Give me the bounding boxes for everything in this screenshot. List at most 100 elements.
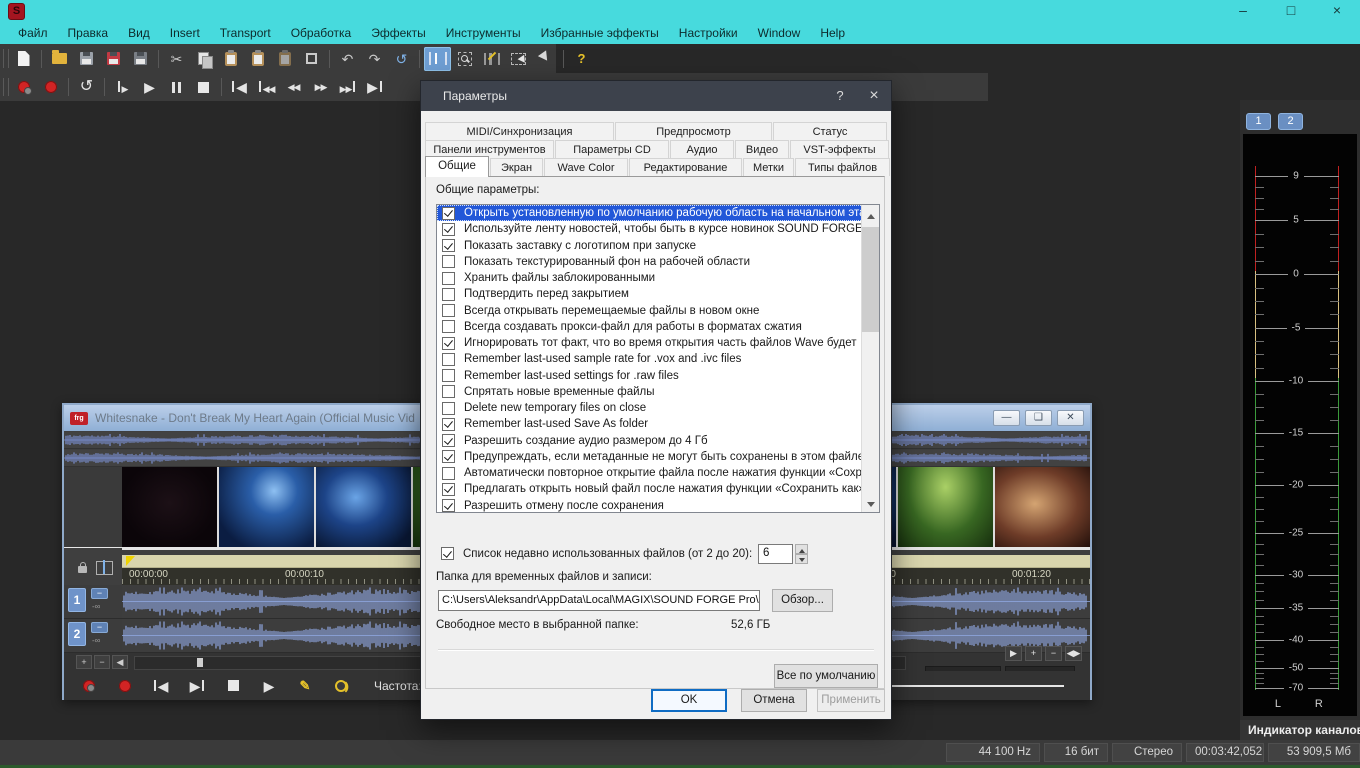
redo-icon[interactable]: ↷	[361, 47, 388, 71]
zoom-tool-icon[interactable]	[451, 47, 478, 71]
temp-folder-path-input[interactable]: C:\Users\Aleksandr\AppData\Local\MAGIX\S…	[438, 590, 760, 611]
checkbox[interactable]	[442, 207, 455, 220]
pencil-tool-icon[interactable]	[478, 47, 505, 71]
event-tool-icon[interactable]	[424, 47, 451, 71]
stop-icon[interactable]	[222, 676, 244, 696]
vertical-scrollbar[interactable]	[861, 205, 879, 512]
new-file-icon[interactable]	[10, 47, 37, 71]
meter-panel-title[interactable]: Индикатор каналов	[1240, 720, 1360, 740]
option-row[interactable]: Хранить файлы заблокированными	[437, 270, 879, 286]
menu-item-обработка[interactable]: Обработка	[281, 23, 362, 43]
arrow-left-icon[interactable]: ◀	[112, 655, 128, 669]
option-row[interactable]: Игнорировать тот факт, что во время откр…	[437, 335, 879, 351]
menu-item-эффекты[interactable]: Эффекты	[361, 23, 436, 43]
track-1-minimize-icon[interactable]: −	[91, 588, 108, 599]
option-row[interactable]: Открыть установленную по умолчанию рабоч…	[437, 205, 879, 221]
pause-icon[interactable]	[163, 75, 190, 99]
defaults-button[interactable]: Все по умолчанию	[774, 664, 878, 688]
tab-экран[interactable]: Экран	[490, 158, 543, 176]
paste-mix-icon[interactable]	[271, 47, 298, 71]
checkbox[interactable]	[442, 239, 455, 252]
track-2-minimize-icon[interactable]: −	[91, 622, 108, 633]
stop-icon[interactable]	[190, 75, 217, 99]
paste-special-icon[interactable]	[244, 47, 271, 71]
marker-tool-icon[interactable]: ✎	[294, 676, 316, 696]
checkbox[interactable]	[442, 255, 455, 268]
checkbox[interactable]	[442, 353, 455, 366]
tab-типы-файлов[interactable]: Типы файлов	[795, 158, 890, 176]
tab-редактирование[interactable]: Редактирование	[629, 158, 742, 176]
option-row[interactable]: Remember last-used Save As folder	[437, 416, 879, 432]
tab-предпросмотр[interactable]: Предпросмотр	[615, 122, 772, 140]
menu-item-insert[interactable]: Insert	[160, 23, 210, 43]
track-1-number[interactable]: 1	[68, 588, 86, 612]
tab-метки[interactable]: Метки	[743, 158, 794, 176]
tab-параметры-cd[interactable]: Параметры CD	[555, 140, 669, 158]
app-titlebar[interactable]: S – □ ×	[0, 0, 1360, 21]
tab-wave-color[interactable]: Wave Color	[544, 158, 628, 176]
record-remote-icon[interactable]	[78, 676, 100, 696]
cancel-button[interactable]: Отмена	[741, 689, 807, 712]
forward-fast-icon[interactable]: ▶▶	[334, 75, 361, 99]
trim-icon[interactable]	[298, 47, 325, 71]
option-row[interactable]: Разрешить создание аудио размером до 4 Г…	[437, 433, 879, 449]
checkbox[interactable]	[442, 304, 455, 317]
zoom-in-icon[interactable]: +	[1025, 646, 1042, 661]
checkbox[interactable]	[442, 337, 455, 350]
doc-minimize-icon[interactable]: —	[993, 410, 1020, 426]
menu-item-правка[interactable]: Правка	[58, 23, 119, 43]
checkbox[interactable]	[442, 288, 455, 301]
spin-up-icon[interactable]	[795, 544, 808, 554]
rewind-icon[interactable]: ◀◀	[280, 75, 307, 99]
option-row[interactable]: Remember last-used settings for .raw fil…	[437, 368, 879, 384]
go-to-start-icon[interactable]: ◀	[150, 676, 172, 696]
open-folder-icon[interactable]	[46, 47, 73, 71]
checkbox[interactable]	[442, 467, 455, 480]
h-expand-icon[interactable]: ◀▶	[1065, 646, 1082, 661]
paste-icon[interactable]	[217, 47, 244, 71]
go-to-end-icon[interactable]: ▶	[186, 676, 208, 696]
minimize-icon[interactable]: –	[1220, 0, 1266, 21]
option-row[interactable]: Автоматически повторное открытие файла п…	[437, 465, 879, 481]
option-row[interactable]: Спрятать новые временные файлы	[437, 384, 879, 400]
doc-restore-icon[interactable]: ❑	[1025, 410, 1052, 426]
save-all-icon[interactable]	[127, 47, 154, 71]
dialog-close-icon[interactable]: ×	[857, 81, 891, 111]
undo-icon[interactable]: ↶	[334, 47, 361, 71]
option-row[interactable]: Delete new temporary files on close	[437, 400, 879, 416]
option-row[interactable]: Разрешить отмену после сохранения	[437, 498, 879, 514]
save-as-icon[interactable]	[100, 47, 127, 71]
option-row[interactable]: Предупреждать, если метаданные не могут …	[437, 449, 879, 465]
repeat-icon[interactable]: ↺	[388, 47, 415, 71]
ok-button[interactable]: OK	[651, 689, 727, 712]
spin-down-icon[interactable]	[795, 554, 808, 564]
checkbox[interactable]	[442, 434, 455, 447]
checkbox[interactable]	[442, 320, 455, 333]
option-row[interactable]: Всегда открывать перемещаемые файлы в но…	[437, 303, 879, 319]
menu-item-вид[interactable]: Вид	[118, 23, 160, 43]
doc-close-icon[interactable]: ✕	[1057, 410, 1084, 426]
cut-icon[interactable]: ✂	[163, 47, 190, 71]
tab-аудио[interactable]: Аудио	[670, 140, 734, 158]
option-row[interactable]: Показать текстурированный фон на рабочей…	[437, 254, 879, 270]
checkbox[interactable]	[442, 369, 455, 382]
checkbox[interactable]	[442, 418, 455, 431]
dialog-titlebar[interactable]: Параметры ? ×	[421, 81, 891, 111]
play-cursor-icon[interactable]: ▶	[1005, 646, 1022, 661]
checkbox[interactable]	[442, 385, 455, 398]
loop-playback-icon[interactable]: ↺	[73, 75, 100, 99]
help-icon[interactable]: ?	[823, 81, 857, 111]
tab-видео[interactable]: Видео	[735, 140, 789, 158]
tab-общие[interactable]: Общие	[425, 156, 489, 177]
go-to-start-icon[interactable]: ◀	[226, 75, 253, 99]
selection-tool-icon[interactable]	[505, 47, 532, 71]
option-row[interactable]: Показать заставку с логотипом при запуск…	[437, 238, 879, 254]
copy-icon[interactable]	[190, 47, 217, 71]
play-icon[interactable]: ▶	[136, 75, 163, 99]
browse-button[interactable]: Обзор...	[772, 589, 833, 612]
scroll-up-icon[interactable]	[862, 205, 879, 222]
menu-item-файл[interactable]: Файл	[8, 23, 58, 43]
channel-1-button[interactable]: 1	[1246, 113, 1271, 130]
save-icon[interactable]	[73, 47, 100, 71]
zoom-out-icon[interactable]: −	[1045, 646, 1062, 661]
